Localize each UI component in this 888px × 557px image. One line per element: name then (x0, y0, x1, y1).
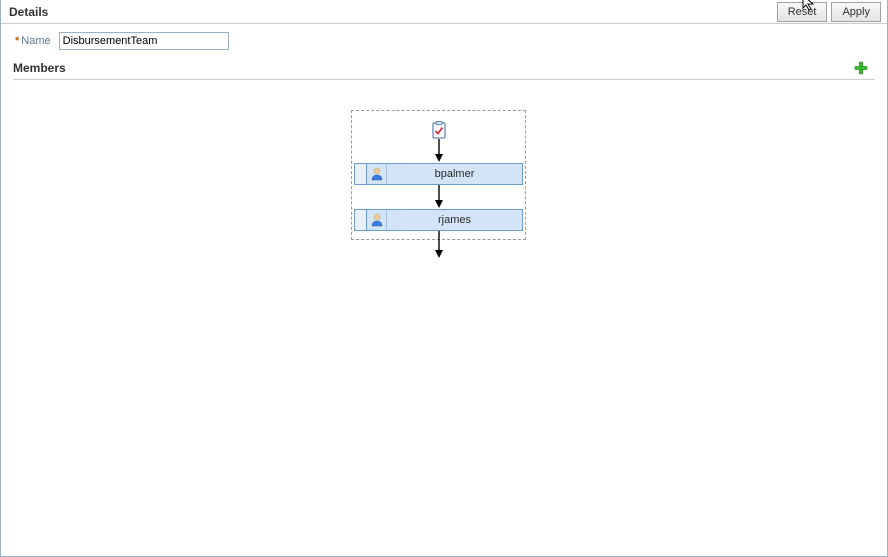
user-icon (367, 210, 387, 230)
arrow-icon (433, 231, 445, 259)
name-input[interactable] (59, 32, 229, 50)
page-title: Details (9, 5, 773, 19)
user-icon (367, 164, 387, 184)
name-label: Name (21, 35, 50, 47)
member-node[interactable]: rjames (354, 209, 523, 231)
add-icon (854, 61, 868, 75)
apply-button[interactable]: Apply (831, 2, 881, 22)
required-star-icon: * (15, 35, 19, 47)
header-bar: Details Reset Apply (1, 0, 887, 24)
members-section-header: Members (13, 60, 875, 80)
member-label: bpalmer (387, 164, 522, 184)
member-node[interactable]: bpalmer (354, 163, 523, 185)
drag-handle[interactable] (355, 164, 367, 184)
details-panel: Details Reset Apply * Name Members (0, 0, 888, 557)
clipboard-check-icon (431, 121, 447, 139)
members-title: Members (13, 61, 853, 75)
flow-container[interactable]: bpalmer rjames (351, 110, 526, 240)
arrow-icon (433, 139, 445, 163)
members-diagram: bpalmer rjames (1, 80, 887, 240)
start-node[interactable] (430, 121, 448, 139)
member-label: rjames (387, 210, 522, 230)
arrow-icon (433, 185, 445, 209)
name-row: * Name (1, 24, 887, 60)
drag-handle[interactable] (355, 210, 367, 230)
add-member-button[interactable] (853, 60, 869, 76)
reset-button[interactable]: Reset (777, 2, 828, 22)
